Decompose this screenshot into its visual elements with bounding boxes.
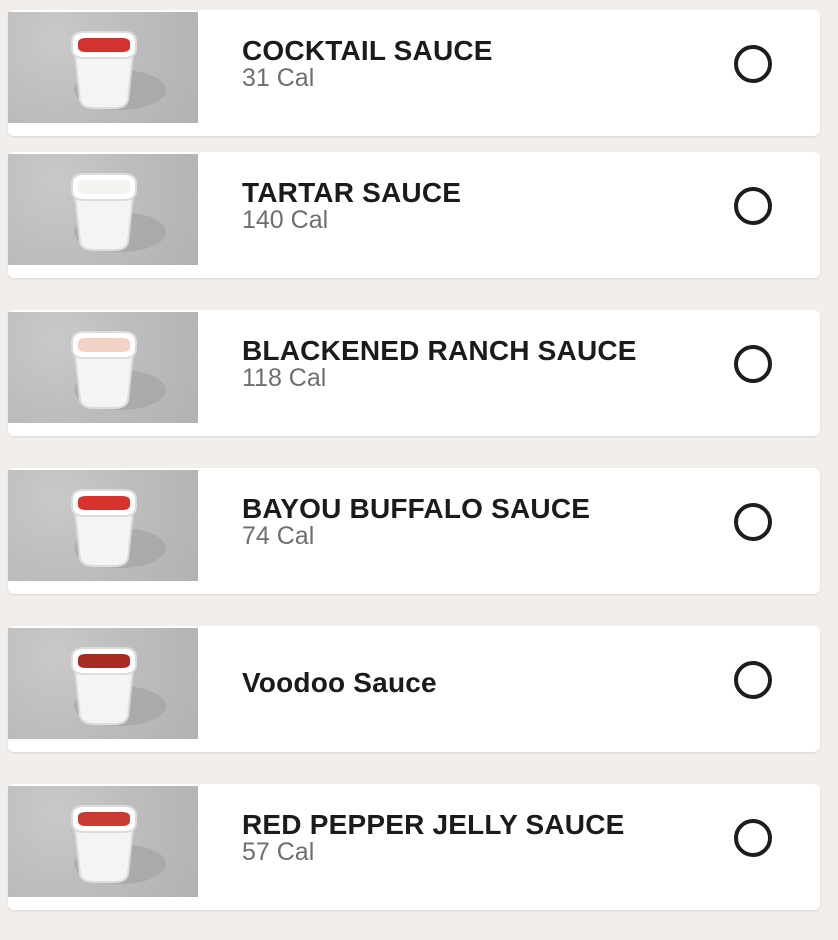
sauce-calories: 31 Cal	[242, 64, 315, 92]
sauce-image	[8, 312, 198, 423]
sauce-cup-icon	[71, 805, 166, 884]
sauce-calories: 140 Cal	[242, 206, 329, 234]
sauce-text: RED PEPPER JELLY SAUCE 57 Cal	[242, 809, 692, 867]
sauce-text: BAYOU BUFFALO SAUCE 74 Cal	[242, 493, 692, 551]
sauce-select-radio[interactable]	[734, 187, 772, 225]
sauce-text: BLACKENED RANCH SAUCE 118 Cal	[242, 335, 692, 393]
sauce-option-card[interactable]: RED PEPPER JELLY SAUCE 57 Cal	[8, 784, 820, 910]
sauce-image	[8, 786, 198, 897]
sauce-select-radio[interactable]	[734, 661, 772, 699]
sauce-name: COCKTAIL SAUCE	[242, 35, 493, 66]
sauce-image	[8, 470, 198, 581]
sauce-name: RED PEPPER JELLY SAUCE	[242, 809, 625, 840]
sauce-image	[8, 628, 198, 739]
sauce-option-card[interactable]: Voodoo Sauce	[8, 626, 820, 752]
sauce-option-card[interactable]: BLACKENED RANCH SAUCE 118 Cal	[8, 310, 820, 436]
sauce-text: Voodoo Sauce	[242, 667, 692, 698]
sauce-cup-icon	[71, 31, 166, 110]
sauce-calories: 118 Cal	[242, 364, 327, 392]
sauce-select-radio[interactable]	[734, 819, 772, 857]
sauce-option-card[interactable]: COCKTAIL SAUCE 31 Cal	[8, 10, 820, 136]
sauce-cup-icon	[71, 331, 166, 410]
sauce-cup-icon	[71, 647, 166, 726]
sauce-image	[8, 154, 198, 265]
sauce-select-radio[interactable]	[734, 45, 772, 83]
sauce-name: TARTAR SAUCE	[242, 177, 462, 208]
sauce-name: BLACKENED RANCH SAUCE	[242, 335, 637, 366]
sauce-calories: 57 Cal	[242, 838, 315, 866]
sauce-text: TARTAR SAUCE 140 Cal	[242, 177, 692, 235]
sauce-name: BAYOU BUFFALO SAUCE	[242, 493, 591, 524]
sauce-calories: 74 Cal	[242, 522, 315, 550]
sauce-option-card[interactable]: BAYOU BUFFALO SAUCE 74 Cal	[8, 468, 820, 594]
sauce-cup-icon	[71, 173, 166, 252]
sauce-select-radio[interactable]	[734, 345, 772, 383]
sauce-text: COCKTAIL SAUCE 31 Cal	[242, 35, 692, 93]
sauce-cup-icon	[71, 489, 166, 568]
sauce-name: Voodoo Sauce	[242, 667, 437, 698]
sauce-image	[8, 12, 198, 123]
sauce-select-radio[interactable]	[734, 503, 772, 541]
sauce-option-card[interactable]: TARTAR SAUCE 140 Cal	[8, 152, 820, 278]
